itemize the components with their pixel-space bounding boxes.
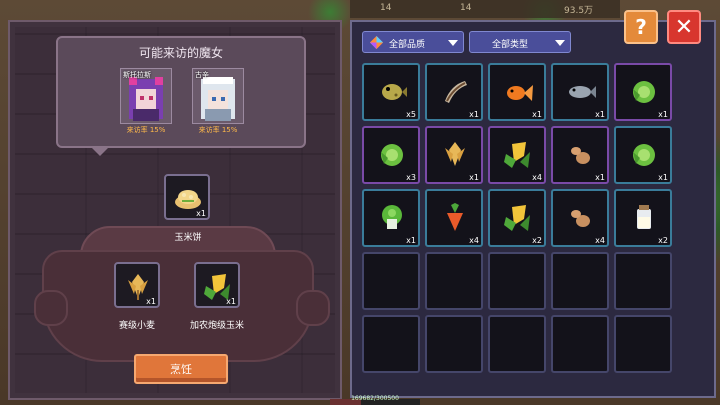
item-count: x1 — [658, 173, 668, 182]
item-count: x3 — [406, 173, 416, 182]
cauldron-handle-left — [34, 290, 68, 326]
quality-filter-dropdown[interactable]: 全部品质 — [362, 31, 464, 53]
witch-portrait-gusion[interactable]: 古辛 来访率 15% — [192, 68, 244, 134]
milk-jar-icon — [637, 205, 651, 229]
item-count: x2 — [532, 236, 542, 245]
visitor-bubble: 可能来访的魔女 斯托拉斯 来访率 15% 古辛 来访率 15% — [56, 36, 306, 156]
ingredient-label: 赛级小麦 — [118, 321, 155, 331]
witch-visit-rate: 来访率 15% — [198, 126, 238, 134]
inventory-slot[interactable]: x3 — [362, 126, 420, 184]
corn-icon — [504, 205, 530, 231]
witch-name: 斯托拉斯 — [123, 71, 151, 79]
inventory-slot[interactable]: x1 — [425, 63, 483, 121]
inventory-slot-empty[interactable] — [362, 252, 420, 310]
hp-bar: 169682/300500 — [330, 395, 420, 405]
ingredient-label: 加农炮级玉米 — [189, 321, 244, 331]
cauldron-handle-right — [296, 290, 330, 326]
cabbage-icon — [633, 144, 655, 166]
item-count: x5 — [406, 110, 416, 119]
inventory-slot[interactable]: x1 — [425, 126, 483, 184]
inventory-slot[interactable]: x2 — [614, 189, 672, 247]
chevron-down-icon — [555, 40, 565, 46]
inventory-slot-empty[interactable] — [488, 252, 546, 310]
resource-bar: 14 14 93.5万 — [350, 0, 620, 18]
ingredient-slot-1[interactable]: x1 — [114, 262, 160, 308]
ingredient-count: x1 — [146, 297, 156, 306]
item-count: x1 — [406, 236, 416, 245]
bok-choy-icon — [382, 205, 402, 229]
potato-icon — [571, 147, 590, 164]
inventory-slot[interactable]: x1 — [614, 126, 672, 184]
eel-icon — [445, 81, 467, 103]
quality-filter-value: 全部品质 — [389, 40, 426, 50]
item-count: x1 — [469, 173, 479, 182]
item-count: x4 — [595, 236, 605, 245]
inventory-slot-empty[interactable] — [614, 252, 672, 310]
item-count: x1 — [469, 110, 479, 119]
inventory-slot-empty[interactable] — [362, 315, 420, 373]
resource-b-value: 14 — [460, 3, 472, 13]
inventory-slot-empty[interactable] — [488, 315, 546, 373]
cauldron — [42, 250, 314, 362]
help-button[interactable]: ? — [624, 10, 658, 44]
chevron-down-icon — [448, 40, 458, 46]
inventory-slot[interactable]: x1 — [551, 63, 609, 121]
inventory-slot[interactable]: x1 — [488, 63, 546, 121]
result-count: x1 — [196, 209, 206, 218]
result-label: 玉米饼 — [174, 233, 202, 243]
cabbage-icon — [381, 144, 403, 166]
inventory-slot[interactable]: x4 — [488, 126, 546, 184]
rainbow-gem-icon — [369, 35, 384, 50]
potato-icon — [571, 210, 590, 227]
inventory-slot-empty[interactable] — [425, 315, 483, 373]
item-count: x1 — [658, 110, 668, 119]
resource-a-value: 14 — [380, 3, 392, 13]
witch-visit-rate: 来访率 15% — [126, 126, 166, 134]
type-filter-dropdown[interactable]: 全部类型 — [469, 31, 571, 53]
cabbage-icon — [633, 81, 655, 103]
inventory-slot[interactable]: x4 — [425, 189, 483, 247]
witch-portrait-stolas[interactable]: 斯托拉斯 来访率 15% — [120, 68, 172, 134]
item-count: x4 — [532, 173, 542, 182]
wheat-icon — [445, 142, 465, 166]
inventory-slot[interactable]: x2 — [488, 189, 546, 247]
goldfish-icon — [507, 85, 533, 101]
inventory-slot[interactable]: x4 — [551, 189, 609, 247]
white-hair-witch-icon — [201, 77, 235, 121]
type-filter-value: 全部类型 — [492, 40, 529, 50]
item-count: x1 — [595, 173, 605, 182]
item-count: x4 — [469, 236, 479, 245]
hp-text: 169682/300500 — [351, 395, 399, 402]
witch-name: 古辛 — [195, 71, 209, 79]
cook-button[interactable]: 烹饪 — [134, 354, 228, 384]
item-count: x1 — [532, 110, 542, 119]
inventory-slot[interactable]: x1 — [362, 189, 420, 247]
corn-icon — [504, 142, 530, 168]
item-count: x1 — [595, 110, 605, 119]
inventory-slot-empty[interactable] — [614, 315, 672, 373]
gold-value: 93.5万 — [564, 6, 594, 16]
grey-fish-icon — [569, 86, 596, 98]
inventory-slot-empty[interactable] — [551, 315, 609, 373]
inventory-slot-empty[interactable] — [425, 252, 483, 310]
recipe-result-slot[interactable]: x1 — [164, 174, 210, 220]
pufferfish-icon — [382, 84, 407, 100]
ingredient-count: x1 — [226, 297, 236, 306]
inventory-slot[interactable]: x1 — [614, 63, 672, 121]
purple-hair-witch-icon — [129, 77, 163, 121]
ingredient-slot-2[interactable]: x1 — [194, 262, 240, 308]
inventory-slot[interactable]: x5 — [362, 63, 420, 121]
inventory-slot-empty[interactable] — [551, 252, 609, 310]
bubble-title: 可能来访的魔女 — [138, 46, 223, 60]
inventory-slot[interactable]: x1 — [551, 126, 609, 184]
item-count: x2 — [658, 236, 668, 245]
carrot-icon — [447, 203, 463, 231]
close-button[interactable]: ✕ — [667, 10, 701, 44]
